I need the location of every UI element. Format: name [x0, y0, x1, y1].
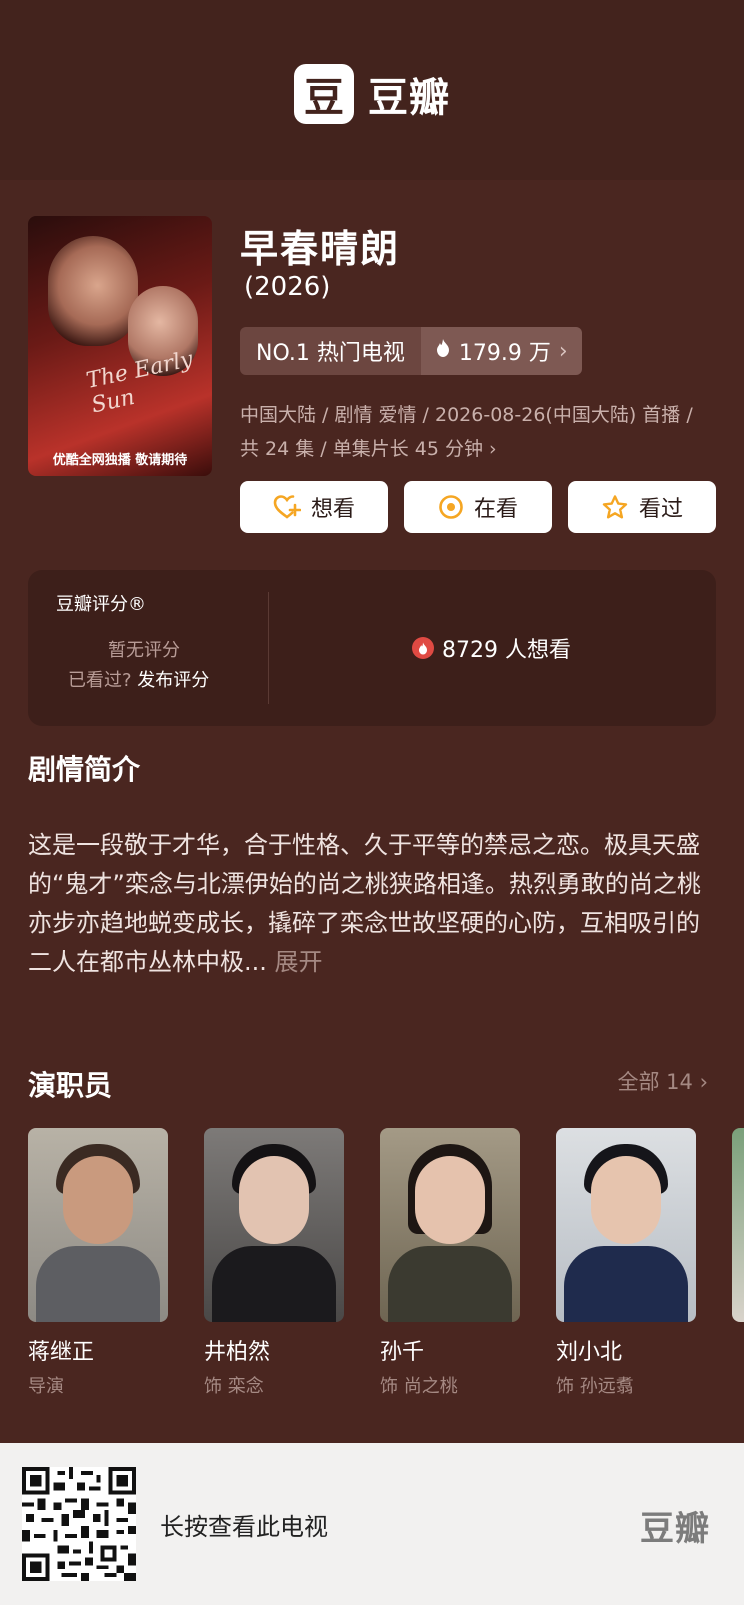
cast-title: 演职员	[28, 1069, 113, 1102]
footer-logo: 豆瓣	[640, 1509, 710, 1549]
want-count-text: 8729 人想看	[442, 638, 571, 663]
star-icon	[601, 494, 629, 521]
cast-name: 刘小北	[556, 1340, 623, 1365]
cast-list: 蒋继正 导演 井柏然 饰 栾念 孙千 饰 尚之桃 刘小北 饰 孙远翥	[28, 1128, 696, 1398]
cast-photo	[556, 1128, 696, 1322]
rating-card: 豆瓣评分® 暂无评分 已看过? 发布评分 8729 人想看	[28, 570, 716, 726]
cast-name: 孙千	[380, 1340, 425, 1365]
expand-link[interactable]: 展开	[275, 948, 323, 976]
synopsis-text: 这是一段敬于才华，合于性格、久于平等的禁忌之恋。极具天盛的“鬼才”栾念与北漂伊始…	[28, 826, 708, 982]
movie-meta[interactable]: 中国大陆 / 剧情 爱情 / 2026-08-26(中国大陆) 首播 / 共 2…	[240, 398, 700, 466]
cast-photo	[204, 1128, 344, 1322]
release-year: (2026)	[244, 272, 331, 302]
watched-label: 看过	[638, 497, 683, 522]
cast-photo	[380, 1128, 520, 1322]
all-cast-label: 全部 14	[617, 1070, 693, 1094]
heart-plus-icon	[273, 494, 301, 520]
flame-icon	[435, 338, 451, 364]
chevron-right-icon: ›	[558, 338, 568, 364]
poster-script-title: The Early Sun	[84, 346, 196, 419]
cast-item[interactable]: 井柏然 饰 栾念	[204, 1128, 344, 1398]
meta-text: 中国大陆 / 剧情 爱情 / 2026-08-26(中国大陆) 首播 / 共 2…	[240, 404, 693, 460]
cast-item[interactable]: 孙千 饰 尚之桃	[380, 1128, 520, 1398]
cast-role: 饰 孙远翥	[556, 1376, 634, 1397]
page-title: 早春晴朗	[240, 227, 401, 271]
want-button[interactable]: 想看	[240, 481, 388, 533]
synopsis-body: 这是一段敬于才华，合于性格、久于平等的禁忌之恋。极具天盛的“鬼才”栾念与北漂伊始…	[28, 831, 701, 976]
target-icon	[438, 494, 464, 520]
watching-button[interactable]: 在看	[404, 481, 552, 533]
cast-photo	[28, 1128, 168, 1322]
rating-prompt: 已看过? 发布评分	[68, 666, 209, 692]
logo-text: 豆瓣	[368, 75, 450, 121]
synopsis-title: 剧情简介	[28, 753, 141, 786]
chevron-right-icon: ›	[699, 1070, 708, 1094]
rating-title: 豆瓣评分®	[56, 594, 146, 615]
chevron-right-icon: ›	[489, 438, 497, 460]
want-label: 想看	[310, 497, 355, 522]
cast-item[interactable]: 蒋继正 导演	[28, 1128, 168, 1398]
poster-figure	[48, 236, 138, 346]
seen-prompt: 已看过?	[68, 670, 132, 691]
app-header: 豆 豆瓣	[0, 0, 744, 180]
logo-mark: 豆	[294, 64, 354, 124]
cast-name: 井柏然	[204, 1340, 271, 1365]
action-buttons: 想看 在看 看过	[240, 481, 716, 533]
watched-button[interactable]: 看过	[568, 481, 716, 533]
cast-item[interactable]: 刘小北 饰 孙远翥	[556, 1128, 696, 1398]
cast-role: 饰 尚之桃	[380, 1376, 458, 1397]
watching-label: 在看	[473, 497, 518, 522]
poster-caption: 优酷全网独播 敬请期待	[52, 453, 188, 468]
rank-label: NO.1 热门电视	[240, 327, 421, 375]
fire-icon	[412, 637, 434, 659]
heat-indicator: 179.9 万 ›	[420, 327, 582, 375]
cast-name: 蒋继正	[28, 1340, 95, 1365]
rank-chip[interactable]: NO.1 热门电视 179.9 万 ›	[240, 327, 582, 375]
share-footer: 长按查看此电视 豆瓣	[0, 1443, 744, 1605]
douban-logo[interactable]: 豆 豆瓣	[294, 64, 450, 124]
qr-code[interactable]	[22, 1467, 136, 1581]
post-rating-link[interactable]: 发布评分	[137, 670, 209, 691]
heat-value: 179.9 万	[458, 341, 551, 366]
cast-role: 导演	[28, 1376, 64, 1397]
cast-photo-partial[interactable]	[732, 1128, 744, 1322]
no-rating-text: 暂无评分	[108, 640, 180, 661]
footer-text: 长按查看此电视	[160, 1513, 328, 1541]
cast-role: 饰 栾念	[204, 1376, 264, 1397]
want-count: 8729 人想看	[412, 632, 571, 664]
divider	[268, 592, 269, 704]
all-cast-link[interactable]: 全部 14 ›	[618, 1066, 709, 1096]
poster-image[interactable]: The Early Sun 优酷全网独播 敬请期待	[28, 216, 212, 476]
